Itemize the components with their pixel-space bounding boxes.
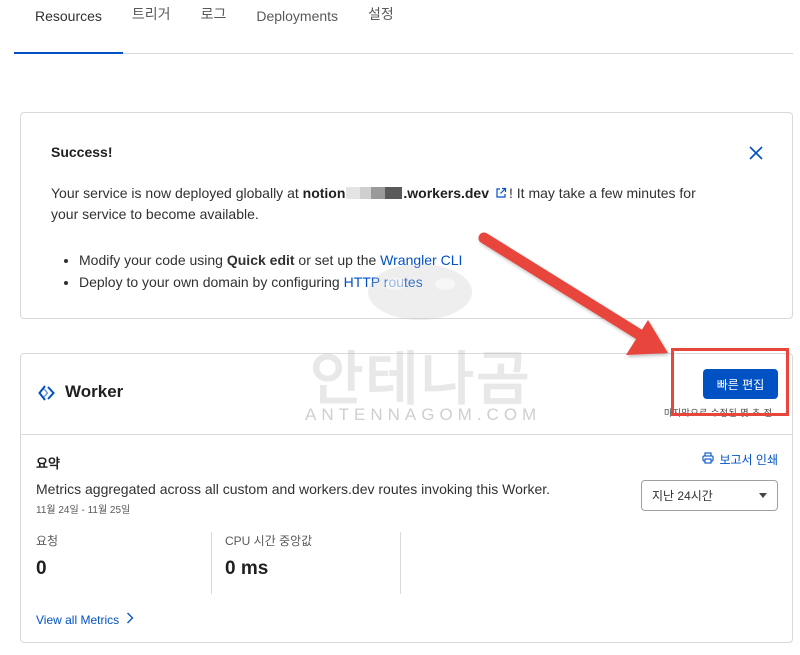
annotation-highlight-box: [671, 348, 789, 416]
worker-chevrons-icon: [38, 384, 56, 402]
print-report-link[interactable]: 보고서 인쇄: [702, 451, 778, 468]
metric-value: 0 ms: [225, 558, 269, 579]
message-text: ! It may take a few minutes for: [509, 185, 696, 201]
summary-title: 요약: [36, 456, 60, 471]
redacted-block: [346, 187, 403, 199]
summary-description: Metrics aggregated across all custom and…: [36, 481, 551, 497]
quick-edit-emphasis: Quick edit: [226, 252, 295, 268]
tab-resources[interactable]: Resources: [14, 0, 123, 54]
tab-label: 로그: [200, 6, 227, 22]
worker-card: Worker 빠른 편집 마지막으로 수정된 몇 초 전 요약 보고서 인쇄 M…: [20, 348, 793, 643]
tab-triggers[interactable]: 트리거: [117, 0, 186, 53]
tab-label: 트리거: [131, 6, 171, 22]
worker-header: Worker 빠른 편집 마지막으로 수정된 몇 초 전: [21, 348, 792, 435]
metric-divider: [211, 532, 212, 594]
http-routes-link[interactable]: HTTP routes: [344, 274, 423, 290]
time-range-select[interactable]: 지난 24시간: [641, 480, 778, 511]
metric-divider: [400, 532, 401, 594]
view-all-metrics-link[interactable]: View all Metrics: [36, 612, 134, 627]
metric-requests: 요청 0: [36, 532, 58, 594]
close-icon[interactable]: [748, 145, 764, 161]
external-link-icon[interactable]: [495, 184, 507, 198]
wrangler-cli-link[interactable]: Wrangler CLI: [380, 252, 462, 268]
metric-value: 0: [36, 558, 47, 579]
metric-label: CPU 시간 중앙값: [225, 534, 313, 548]
metric-label: 요청: [36, 534, 59, 548]
tab-label: Deployments: [256, 8, 339, 24]
tab-deployments[interactable]: Deployments: [241, 0, 353, 53]
list-item: Deploy to your own domain by configuring…: [79, 271, 462, 293]
success-notification: Success! Your service is now deployed gl…: [20, 112, 793, 319]
view-all-label: View all Metrics: [36, 612, 120, 627]
workers-domain: .workers.dev: [403, 185, 490, 201]
print-label: 보고서 인쇄: [719, 453, 778, 467]
success-title: Success!: [51, 144, 113, 160]
tab-label: 설정: [368, 6, 394, 22]
printer-icon: [702, 452, 715, 467]
chevron-down-icon: [759, 493, 767, 498]
message-text: Your service is now deployed globally at: [51, 185, 303, 201]
worker-title: Worker: [65, 382, 124, 401]
message-text: your service to become available.: [51, 206, 259, 222]
tab-logs[interactable]: 로그: [186, 0, 242, 53]
next-steps-list: Modify your code using Quick edit or set…: [79, 249, 462, 293]
success-message: Your service is now deployed globally at…: [51, 183, 751, 225]
date-range: 11월 24일 - 11월 25일: [36, 505, 131, 516]
tab-bar: Resources 트리거 로그 Deployments 설정: [14, 0, 793, 54]
list-text: Modify your code using: [79, 252, 227, 268]
chevron-right-icon: [126, 612, 134, 627]
list-text: or set up the: [294, 252, 381, 268]
service-subdomain: notion: [302, 185, 346, 201]
list-item: Modify your code using Quick edit or set…: [79, 249, 462, 271]
metric-cpu-time: CPU 시간 중앙값 0 ms: [225, 532, 312, 594]
time-range-value: 지난 24시간: [652, 489, 713, 503]
tab-label: Resources: [35, 8, 102, 24]
tab-settings[interactable]: 설정: [353, 0, 409, 53]
list-text: Deploy to your own domain by configuring: [79, 274, 344, 290]
